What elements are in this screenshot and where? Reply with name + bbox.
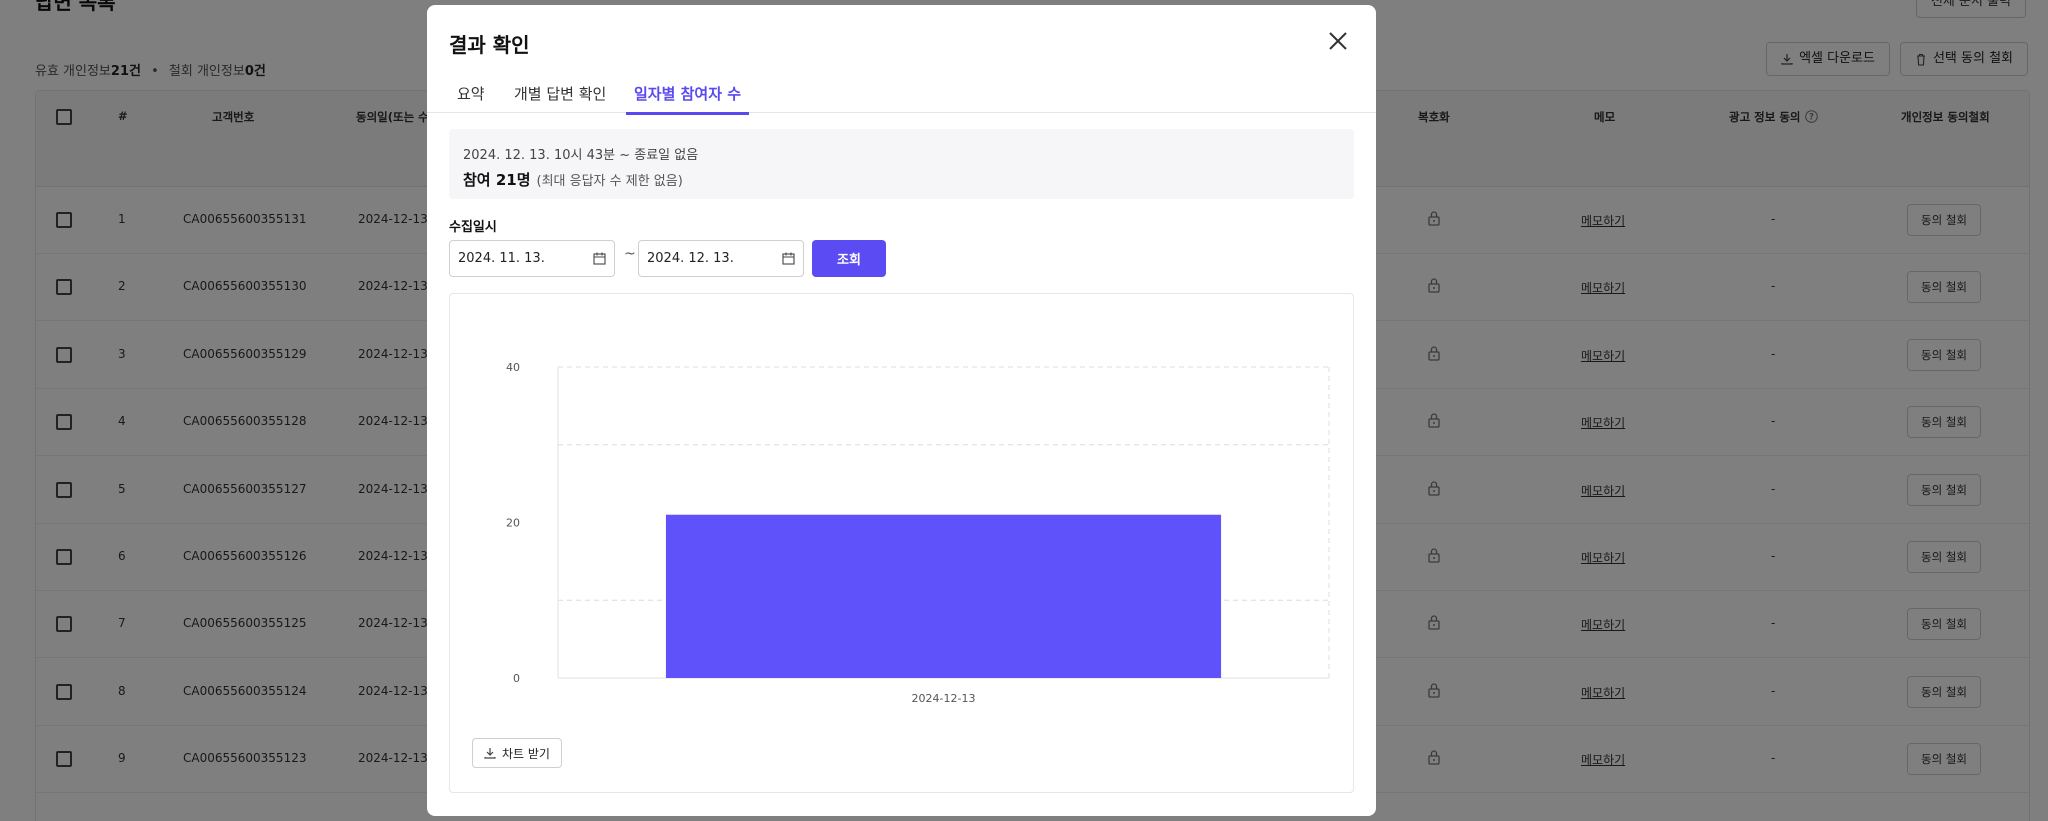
x-tick-label: 2024-12-13 bbox=[912, 692, 976, 705]
participation-count: 참여 21명 bbox=[463, 171, 531, 189]
calendar-icon[interactable] bbox=[782, 252, 795, 265]
download-icon bbox=[484, 748, 496, 759]
bar bbox=[665, 514, 1222, 678]
participants-chart: 0 20 40 2024-12-13 차트 받기 bbox=[449, 293, 1354, 793]
close-button[interactable] bbox=[1324, 27, 1352, 55]
modal-title: 결과 확인 bbox=[449, 33, 530, 57]
y-tick-label: 0 bbox=[513, 672, 520, 685]
calendar-icon[interactable] bbox=[593, 252, 606, 265]
tab-daily-participants[interactable]: 일자별 참여자 수 bbox=[626, 83, 750, 115]
end-date-value: 2024. 12. 13. bbox=[647, 251, 734, 266]
tab-summary[interactable]: 요약 bbox=[449, 83, 493, 113]
limit-note: (최대 응답자 수 제한 없음) bbox=[536, 174, 683, 189]
search-button[interactable]: 조회 bbox=[812, 240, 886, 277]
y-tick-label: 40 bbox=[506, 361, 520, 374]
survey-info: 2024. 12. 13. 10시 43분 ~ 종료일 없음 참여 21명 (최대… bbox=[449, 129, 1354, 199]
end-date-input[interactable]: 2024. 12. 13. bbox=[638, 240, 804, 277]
participation-line: 참여 21명 (최대 응답자 수 제한 없음) bbox=[463, 169, 683, 190]
tab-individual-answers[interactable]: 개별 답변 확인 bbox=[506, 83, 614, 113]
chart-svg: 0 20 40 2024-12-13 bbox=[506, 361, 1330, 705]
chart-download-label: 차트 받기 bbox=[502, 746, 550, 761]
close-icon bbox=[1329, 32, 1347, 50]
start-date-input[interactable]: 2024. 11. 13. bbox=[449, 240, 615, 277]
date-separator: ~ bbox=[624, 246, 636, 262]
date-filter-label: 수집일시 bbox=[449, 220, 497, 235]
chart-download-button[interactable]: 차트 받기 bbox=[472, 738, 562, 768]
start-date-value: 2024. 11. 13. bbox=[458, 251, 545, 266]
y-tick-label: 20 bbox=[506, 517, 520, 530]
result-modal: 결과 확인 요약 개별 답변 확인 일자별 참여자 수 2024. 12. 13… bbox=[427, 5, 1376, 816]
survey-period: 2024. 12. 13. 10시 43분 ~ 종료일 없음 bbox=[463, 148, 699, 163]
modal-tabs: 요약 개별 답변 확인 일자별 참여자 수 bbox=[427, 75, 1376, 115]
